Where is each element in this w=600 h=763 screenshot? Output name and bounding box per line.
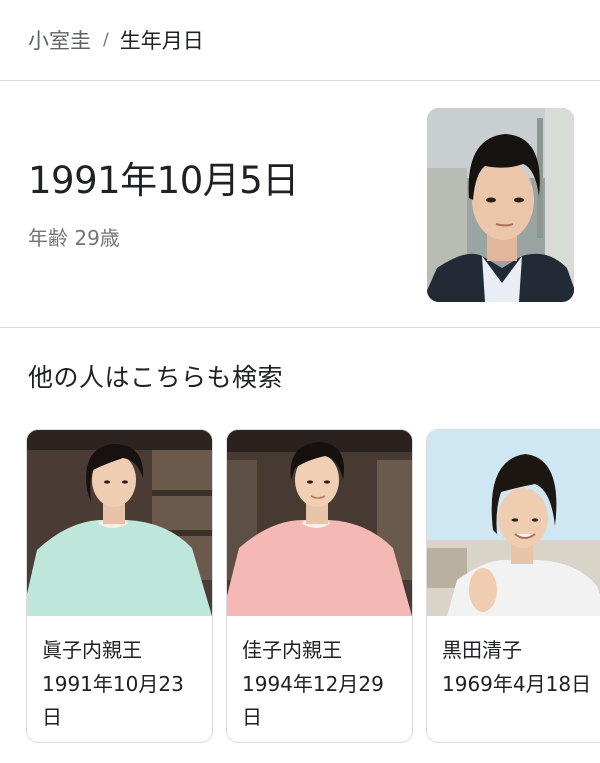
breadcrumb-parent-link[interactable]: 小室圭 — [28, 25, 91, 55]
related-person-name: 眞子内親王 — [42, 638, 142, 662]
breadcrumb-current: 生年月日 — [119, 29, 204, 53]
related-person-photo — [27, 430, 212, 616]
section-divider — [0, 327, 600, 328]
related-searches-title: 他の人はこちらも検索 — [28, 363, 284, 392]
age-text: 年齢 29歳 — [28, 226, 120, 250]
related-person-birthdate: 1994年12月29日 — [242, 672, 384, 729]
related-person-card[interactable]: 眞子内親王 1991年10月23日 — [26, 429, 213, 743]
breadcrumb: 小室圭 / 生年月日 — [28, 24, 204, 56]
related-person-card[interactable]: 黒田清子 1969年4月18日 — [426, 429, 600, 743]
related-person-birthdate: 1969年4月18日 — [442, 672, 592, 696]
related-person-name: 黒田清子 — [442, 638, 522, 662]
related-person-name: 佳子内親王 — [242, 638, 342, 662]
related-person-card[interactable]: 佳子内親王 1994年12月29日 — [226, 429, 413, 743]
header-divider — [0, 80, 600, 81]
profile-photo-image — [427, 108, 574, 302]
related-people-carousel[interactable]: 眞子内親王 1991年10月23日 佳子内親王 1994年12月29日 黒田清子… — [26, 429, 600, 747]
related-person-birthdate: 1991年10月23日 — [42, 672, 184, 729]
birth-date-answer: 1991年10月5日 — [28, 159, 299, 202]
breadcrumb-separator: / — [103, 30, 109, 50]
profile-photo[interactable] — [427, 108, 574, 302]
related-person-photo — [427, 430, 600, 616]
related-person-photo — [227, 430, 412, 616]
